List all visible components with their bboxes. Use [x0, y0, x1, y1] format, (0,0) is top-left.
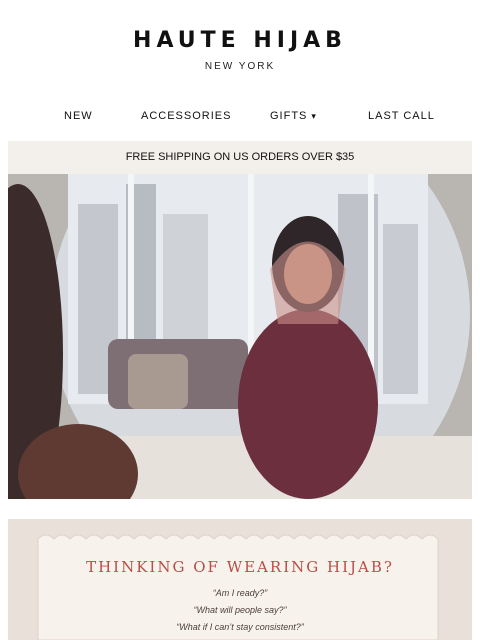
nav-item-accessories[interactable]: ACCESSORIES — [141, 110, 231, 122]
promo-quote: “What will people say?” — [193, 605, 287, 615]
promo-section[interactable]: THINKING OF WEARING HIJAB? “Am I ready?”… — [8, 519, 472, 640]
nav-item-label: GIFTS — [270, 110, 308, 122]
brand-location: NEW YORK — [204, 61, 276, 72]
nav-item-gifts[interactable]: GIFTS ▾ — [270, 110, 317, 122]
nav-item-last-call[interactable]: LAST CALL — [368, 110, 435, 122]
nav-item-label: NEW — [64, 110, 93, 122]
promo-title: THINKING OF WEARING HIJAB? — [86, 558, 394, 576]
promo-quote: “What if I can’t stay consistent?” — [176, 622, 304, 632]
chevron-down-icon: ▾ — [311, 111, 317, 121]
promo-quote: “Am I ready?” — [212, 588, 268, 598]
shipping-banner[interactable]: FREE SHIPPING ON US ORDERS OVER $35 — [8, 141, 472, 174]
hero-illustration — [8, 174, 472, 499]
main-nav: NEW ACCESSORIES GIFTS ▾ LAST CALL — [0, 110, 480, 130]
hero-image[interactable] — [8, 174, 472, 499]
nav-item-label: ACCESSORIES — [141, 110, 232, 122]
nav-item-new[interactable]: NEW — [64, 110, 93, 122]
email-header: HAUTE HIJAB NEW YORK — [0, 0, 480, 100]
nav-item-label: LAST CALL — [368, 110, 435, 122]
brand-logo[interactable]: HAUTE HIJAB — [0, 28, 480, 53]
